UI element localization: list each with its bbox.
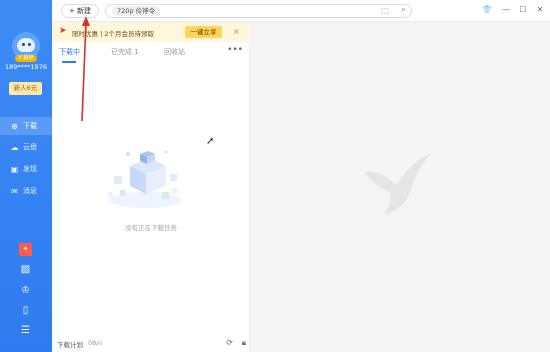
close-icon[interactable]: ✕ [534,4,546,16]
more-icon[interactable]: ••• [227,45,243,55]
download-plan-bar: 下载计划 08/⁄₄ ⟳ 🔒︎ [52,338,250,352]
xunlei-bird-watermark-icon [364,154,430,214]
empty-state-illustration [108,150,181,208]
user-phone: 189****1976 [5,63,47,71]
sidebar-item-label: 下载 [23,122,37,130]
search-icon[interactable]: ⌕ [401,5,406,15]
download-panel: 下载中 已完成 1 回收站 ••• 没有正在下载任务 下载计划 08/⁄₄ ⟳ … [52,42,250,352]
tab-completed[interactable]: 已完成 1 [111,47,139,57]
vip-badge[interactable]: V 超级 [15,55,37,62]
detail-area [250,22,550,352]
download-icon: ⊕ [11,121,18,131]
promo-text: 限时优惠 | 2个月会员待领取 [72,30,154,38]
image-icon[interactable]: ▨ [19,263,32,276]
message-icon: ✉ [11,186,18,196]
sidebar-item-label: 发现 [23,165,37,173]
minimize-icon[interactable]: — [500,4,512,16]
folder-icon[interactable]: 🗀 [381,6,389,20]
download-plan-value: 08/⁄₄ [88,339,103,347]
shirt-icon[interactable]: 👕 [481,4,493,16]
top-bar: + 新建 720p 伶神令 🗀 ⌕ 👕 — ☐ ✕ [52,0,550,22]
cloud-icon: ☁ [10,142,19,152]
tab-underline [62,61,76,63]
new-task-button[interactable]: + 新建 [61,4,99,18]
gift-icon[interactable]: ✦ [19,243,32,256]
tab-downloading[interactable]: 下载中 [59,47,80,57]
search-chip[interactable]: 720p 伶神令 [112,6,161,16]
xunlei-logo-icon: ➤ [59,26,67,36]
tablet-icon[interactable]: ▯ [19,304,32,317]
download-plan-label[interactable]: 下载计划 [57,339,83,349]
close-icon[interactable]: × [233,27,240,36]
refresh-icon[interactable]: ⟳ [226,338,233,347]
sidebar-item-discover[interactable]: ▣ 发现 [0,160,52,178]
tab-recycle-bin[interactable]: 回收站 [164,47,185,57]
sidebar-item-cloud[interactable]: ☁ 云盘 [0,138,52,156]
sidebar: V 超级 189****1976 新人6元 ⊕ 下载 ☁ 云盘 ▣ 发现 ✉ 消… [0,0,52,352]
tab-bar: 下载中 已完成 1 回收站 ••• [52,42,250,63]
promo-claim-button[interactable]: 一键立享 [185,26,222,38]
search-input[interactable]: 720p 伶神令 🗀 ⌕ [105,4,412,18]
promo-banner: ➤ 限时优惠 | 2个月会员待领取 一键立享 × [52,22,250,42]
avatar-eye-icon [22,43,25,46]
sidebar-item-label: 云盘 [23,143,37,151]
lock-icon[interactable]: 🔒︎ [242,338,246,348]
maximize-icon[interactable]: ☐ [517,4,529,16]
crown-icon[interactable]: ♔ [19,284,32,297]
sidebar-item-label: 消息 [23,187,37,195]
sidebar-item-download[interactable]: ⊕ 下载 [0,117,52,135]
menu-icon[interactable]: ☰ [19,324,32,337]
sidebar-item-message[interactable]: ✉ 消息 [0,182,52,200]
avatar-eye-icon [28,43,31,46]
new-user-button[interactable]: 新人6元 [9,82,42,95]
mouse-cursor-icon: ➚ [206,136,215,147]
discover-icon: ▣ [10,164,19,174]
empty-state-text: 没有正在下载任务 [125,224,177,232]
avatar-face-icon [17,38,35,52]
